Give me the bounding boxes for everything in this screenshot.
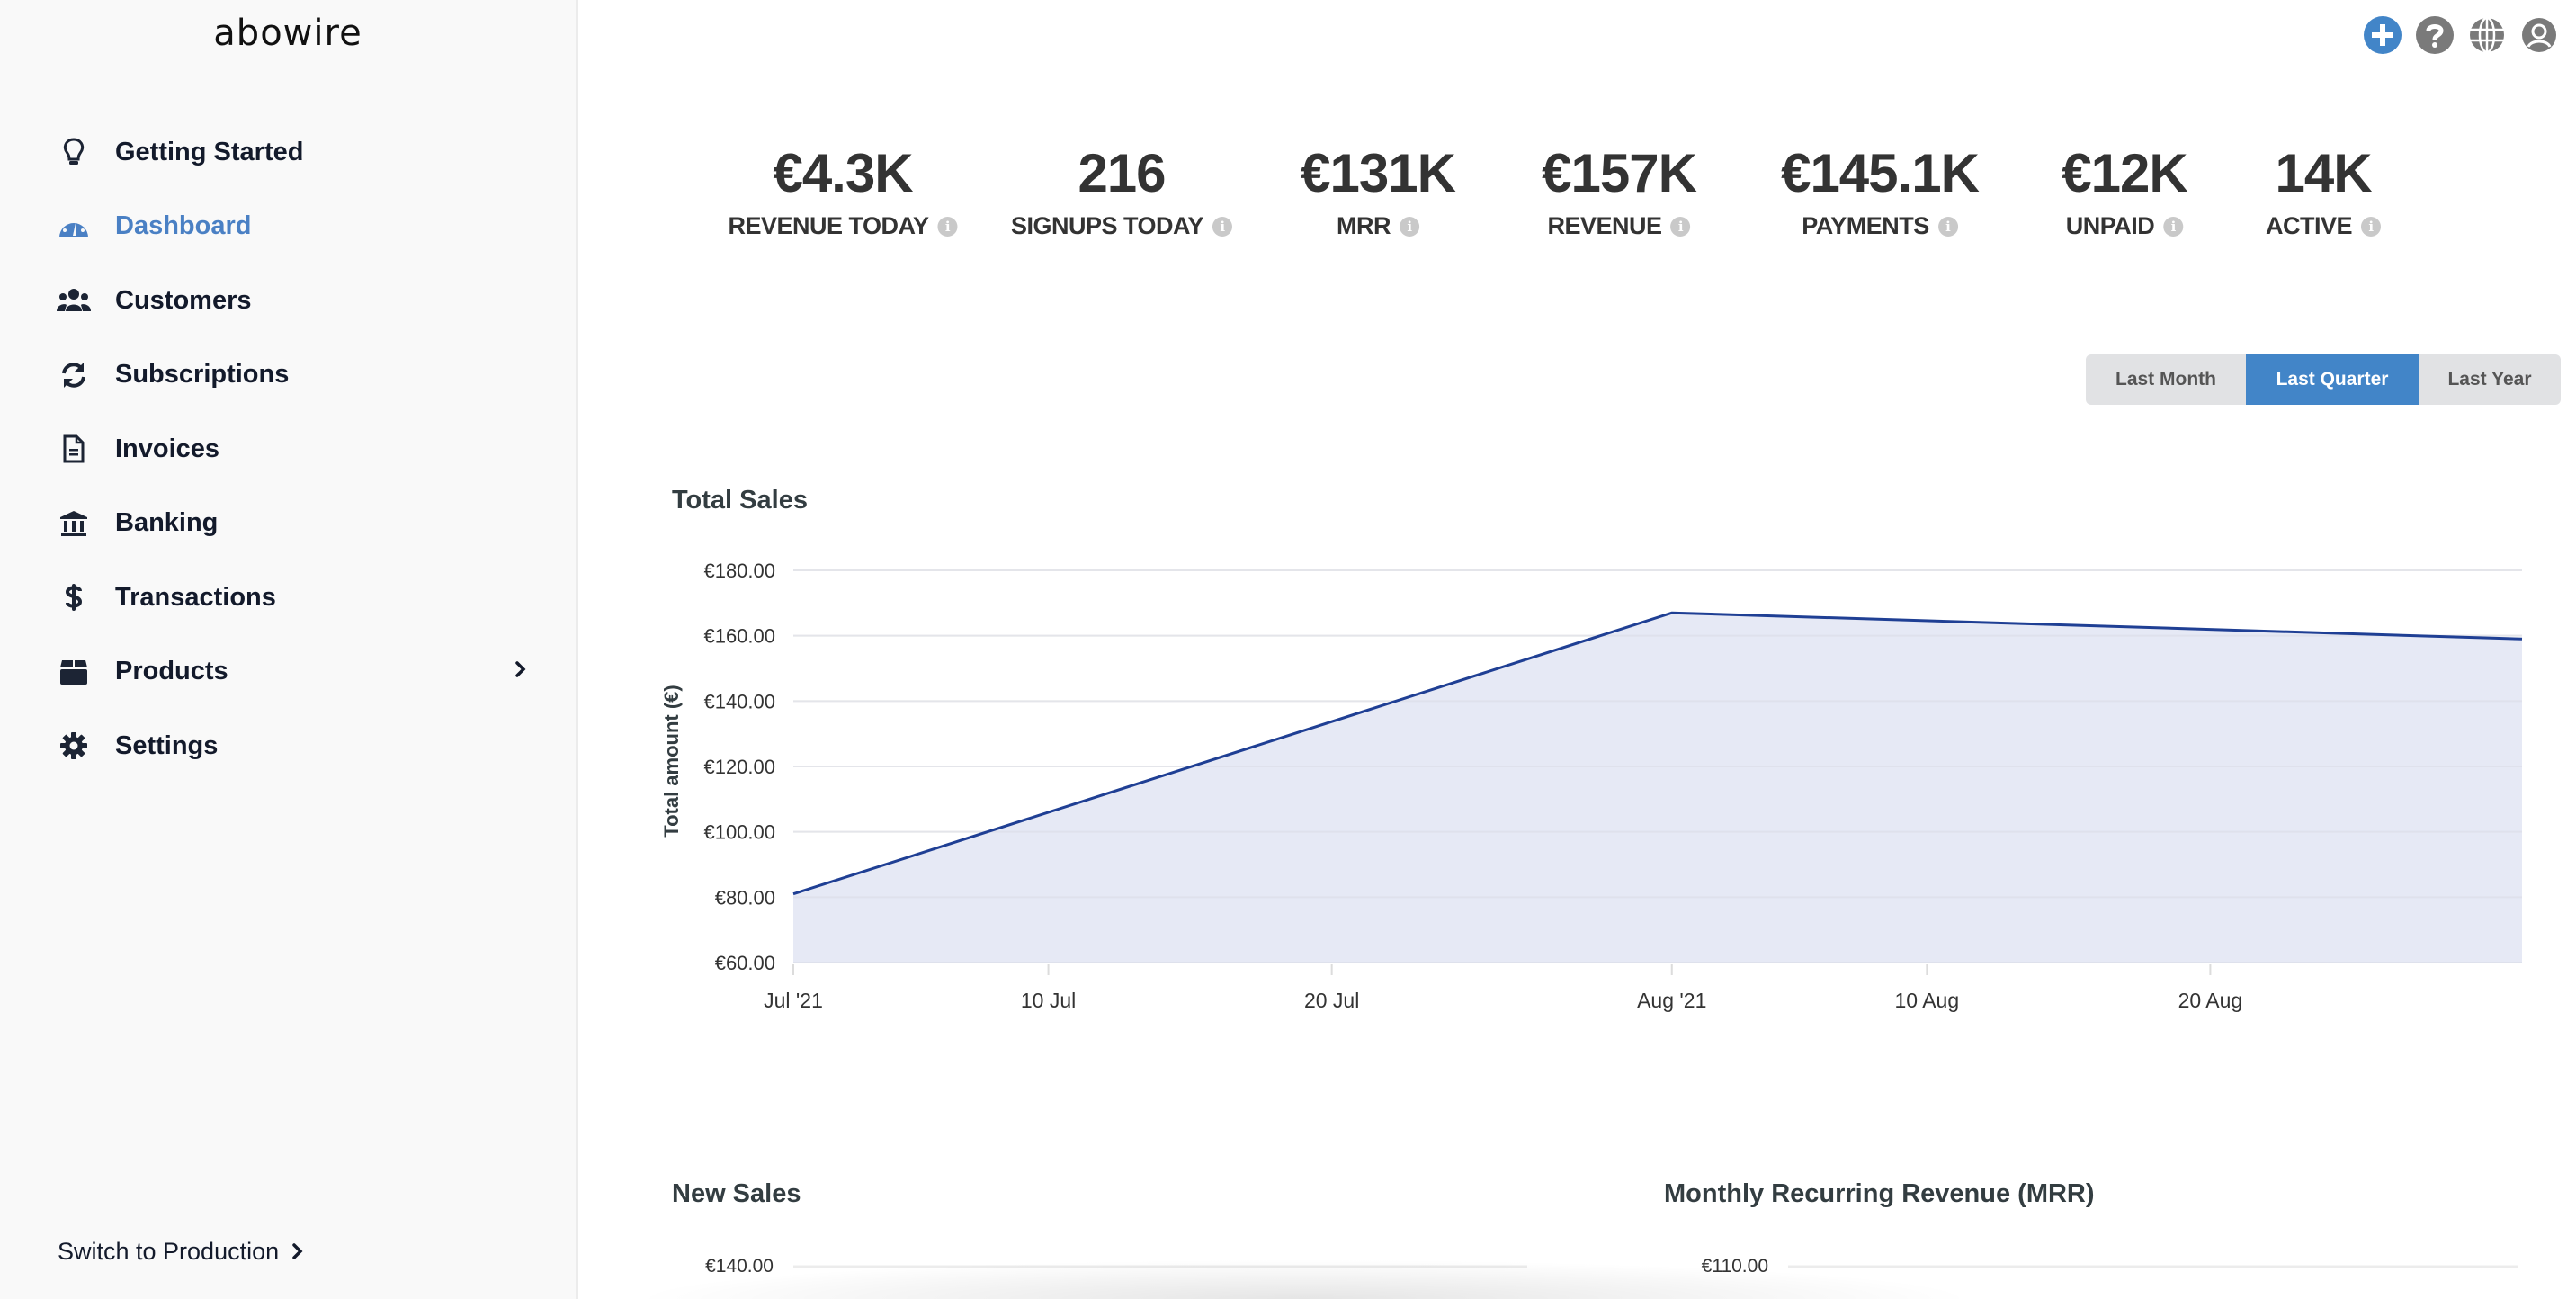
bank-icon — [56, 506, 92, 542]
question-circle-icon[interactable] — [2416, 16, 2454, 54]
y-tick-label: €180.00 — [703, 560, 775, 582]
kpi-value: €131K — [1301, 143, 1456, 203]
x-tick-label: Aug '21 — [1637, 989, 1706, 1012]
box-icon — [56, 654, 92, 690]
kpi-value: 14K — [2275, 143, 2372, 203]
sidebar-item-customers[interactable]: Customers — [0, 264, 576, 338]
y-tick-label: €60.00 — [715, 952, 775, 974]
switch-to-production-link[interactable]: Switch to Production — [58, 1238, 304, 1266]
sidebar-item-label: Products — [115, 657, 228, 686]
kpi-value: €4.3K — [773, 143, 913, 203]
period-toggle: Last Month Last Quarter Last Year — [2086, 354, 2561, 405]
info-icon[interactable]: i — [2163, 216, 2184, 237]
mrr-chart-title: Monthly Recurring Revenue (MRR) — [1664, 1179, 2095, 1208]
kpi-label: ACTIVE — [2265, 212, 2353, 239]
sidebar-item-invoices[interactable]: Invoices — [0, 412, 576, 487]
sidebar-item-label: Invoices — [115, 434, 220, 463]
kpi-mrr: €131K MRR i — [1301, 143, 1456, 240]
y-tick-label: €100.00 — [703, 821, 775, 844]
info-icon[interactable]: i — [1670, 216, 1691, 237]
x-tick-label: 20 Jul — [1304, 989, 1359, 1012]
period-last-quarter-button[interactable]: Last Quarter — [2246, 354, 2419, 405]
info-icon[interactable]: i — [937, 216, 958, 237]
kpi-value: 216 — [1078, 143, 1166, 203]
app-logo[interactable]: abowire — [0, 13, 576, 54]
users-icon — [56, 282, 92, 318]
sidebar-item-label: Customers — [115, 285, 252, 315]
sidebar-item-products[interactable]: Products — [0, 635, 576, 710]
kpi-label: SIGNUPS TODAY — [1010, 212, 1204, 239]
info-icon[interactable]: i — [2361, 216, 2382, 237]
new-sales-title: New Sales — [672, 1179, 801, 1208]
kpi-signups-today: 216 SIGNUPS TODAY i — [1010, 143, 1233, 240]
sidebar-item-settings[interactable]: Settings — [0, 709, 576, 784]
x-tick-label: Jul '21 — [764, 989, 823, 1012]
user-circle-icon[interactable] — [2520, 16, 2558, 54]
sidebar-item-banking[interactable]: Banking — [0, 487, 576, 561]
kpi-label: PAYMENTS — [1802, 212, 1929, 239]
plus-circle-icon[interactable] — [2364, 16, 2402, 54]
kpi-active: 14K ACTIVE i — [2265, 143, 2382, 240]
total-sales-area — [793, 613, 2522, 963]
kpi-label: REVENUE TODAY — [728, 212, 929, 239]
kpi-label: UNPAID — [2065, 212, 2155, 239]
sidebar-item-label: Transactions — [115, 582, 276, 612]
kpi-value: €12K — [2062, 143, 2187, 203]
y-tick-label: €120.00 — [703, 756, 775, 778]
y-tick-label: €160.00 — [703, 625, 775, 648]
period-last-month-button[interactable]: Last Month — [2086, 354, 2246, 405]
kpi-label: REVENUE — [1547, 212, 1662, 239]
sidebar-item-label: Banking — [115, 508, 219, 538]
kpi-value: €145.1K — [1781, 143, 1980, 203]
top-toolbar — [2364, 16, 2558, 54]
x-tick-label: 10 Aug — [1895, 989, 1960, 1012]
x-tick-label: 20 Aug — [2178, 989, 2243, 1012]
y-axis-label: Total amount (€) — [660, 685, 683, 837]
y-tick-label: €140.00 — [703, 690, 775, 712]
sidebar-item-subscriptions[interactable]: Subscriptions — [0, 338, 576, 413]
kpi-unpaid: €12K UNPAID i — [2062, 144, 2187, 240]
period-last-year-button[interactable]: Last Year — [2419, 354, 2561, 405]
new-sales-ytick-label: €140.00 — [705, 1256, 774, 1277]
kpi-revenue-today: €4.3K REVENUE TODAY i — [728, 143, 958, 240]
globe-icon[interactable] — [2468, 16, 2506, 54]
mrr-ytick-label: €110.00 — [1702, 1256, 1768, 1277]
info-icon[interactable]: i — [1212, 216, 1233, 237]
sidebar-item-label: Subscriptions — [115, 360, 290, 390]
dollar-icon — [56, 579, 92, 615]
total-sales-title: Total Sales — [672, 486, 808, 515]
sidebar-item-label: Settings — [115, 730, 219, 760]
x-tick-label: 10 Jul — [1021, 989, 1076, 1012]
chevron-right-icon — [514, 660, 527, 683]
new-sales-chart: €140.00 — [705, 1256, 1527, 1277]
gear-icon — [56, 728, 92, 764]
switch-to-production-label: Switch to Production — [58, 1238, 280, 1265]
mrr-chart: €110.00 — [1702, 1256, 2518, 1277]
sync-icon — [56, 357, 92, 393]
kpi-row: €4.3K REVENUE TODAY i 216 SIGNUPS TODAY i €131… — [0, 144, 2576, 270]
kpi-payments: €145.1K PAYMENTS i — [1781, 143, 1980, 240]
kpi-revenue: €157K REVENUE i — [1542, 143, 1697, 240]
sidebar-item-transactions[interactable]: Transactions — [0, 560, 576, 635]
info-icon[interactable]: i — [1937, 216, 1958, 237]
kpi-value: €157K — [1542, 143, 1697, 203]
file-icon — [56, 431, 92, 467]
chevron-right-icon — [291, 1238, 304, 1266]
info-icon[interactable]: i — [1400, 216, 1419, 237]
kpi-label: MRR — [1337, 212, 1391, 239]
y-tick-label: €80.00 — [715, 886, 775, 909]
total-sales-line — [792, 611, 2523, 896]
